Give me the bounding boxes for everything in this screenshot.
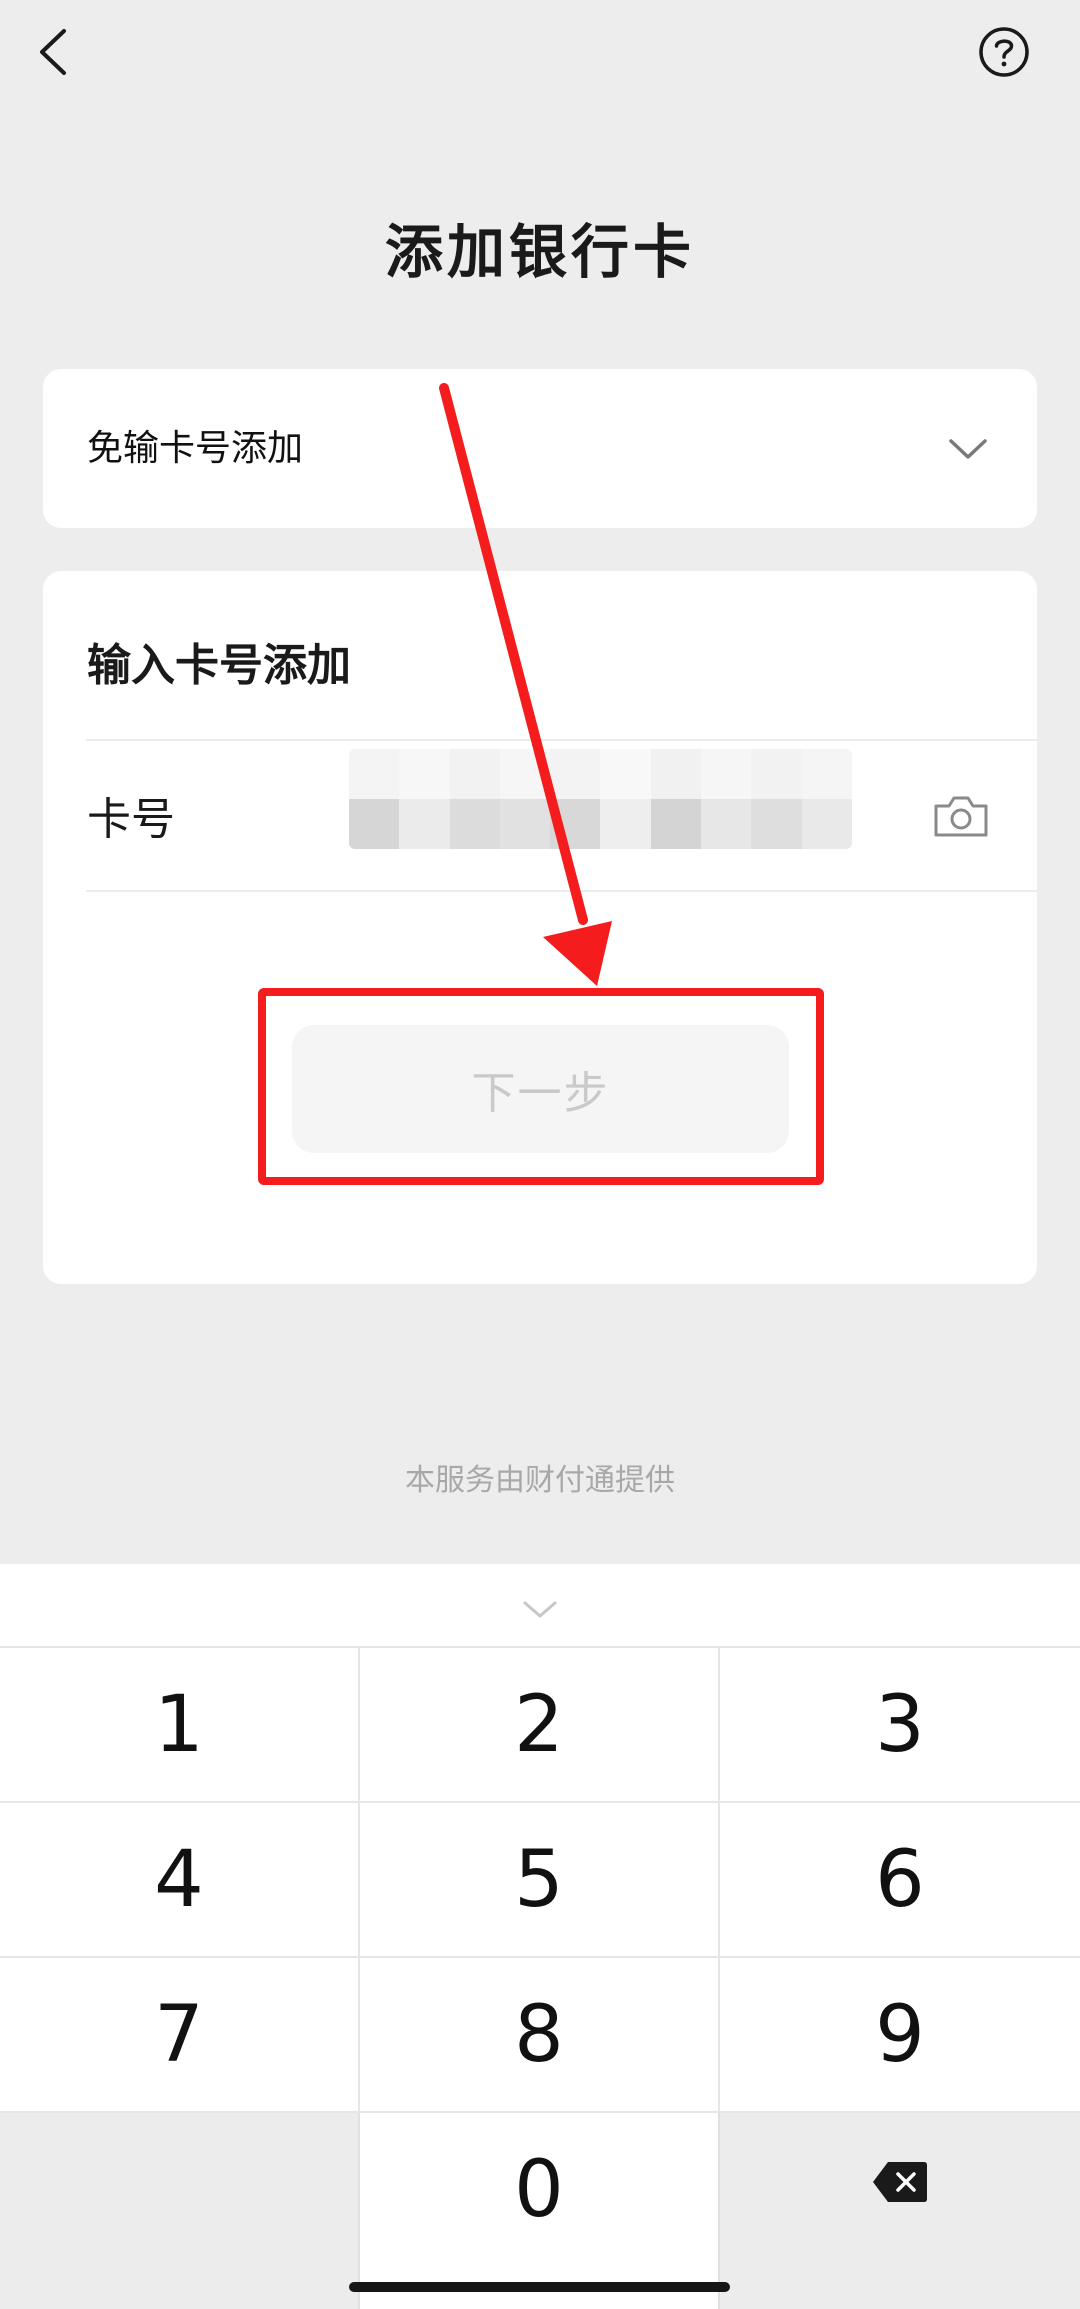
manual-add-card: 输入卡号添加 卡号 下一步 bbox=[43, 571, 1038, 1284]
key-8[interactable]: 8 bbox=[360, 1958, 718, 2111]
next-button[interactable]: 下一步 bbox=[292, 1025, 789, 1153]
expand-button[interactable] bbox=[938, 419, 998, 479]
keyboard-collapse-button[interactable] bbox=[510, 1590, 570, 1630]
manual-add-title: 输入卡号添加 bbox=[87, 640, 351, 691]
chevron-left-icon bbox=[40, 29, 66, 75]
help-circle-icon bbox=[979, 27, 1029, 77]
key-0[interactable]: 0 bbox=[360, 2113, 718, 2266]
key-7[interactable]: 7 bbox=[0, 1958, 358, 2111]
quick-add-label: 免输卡号添加 bbox=[87, 428, 304, 469]
page-title: 添加银行卡 bbox=[384, 218, 695, 286]
card-number-label: 卡号 bbox=[87, 794, 175, 845]
key-2[interactable]: 2 bbox=[360, 1648, 718, 1801]
keyboard-divider bbox=[358, 1648, 360, 2111]
numeric-keyboard: 1 2 3 4 5 6 7 8 9 0 bbox=[0, 1564, 1080, 2309]
keyboard-divider bbox=[718, 1648, 720, 2111]
keyboard-divider bbox=[718, 2113, 720, 2309]
help-button[interactable] bbox=[978, 26, 1030, 78]
chevron-down-icon bbox=[949, 439, 987, 459]
divider bbox=[86, 890, 1038, 892]
divider bbox=[86, 739, 1038, 741]
backspace-icon bbox=[873, 2162, 927, 2202]
quick-add-card[interactable]: 免输卡号添加 bbox=[43, 369, 1037, 528]
chevron-down-icon bbox=[523, 1601, 557, 1618]
camera-scan-button[interactable] bbox=[932, 791, 990, 841]
key-5[interactable]: 5 bbox=[360, 1803, 718, 1956]
key-1[interactable]: 1 bbox=[0, 1648, 358, 1801]
camera-icon bbox=[934, 796, 988, 837]
key-6[interactable]: 6 bbox=[720, 1803, 1080, 1956]
key-9[interactable]: 9 bbox=[720, 1958, 1080, 2111]
card-number-input[interactable] bbox=[349, 749, 852, 849]
service-note: 本服务由财付通提供 bbox=[405, 1463, 675, 1498]
keyboard-divider bbox=[358, 2113, 360, 2309]
backspace-key[interactable] bbox=[720, 2113, 1080, 2309]
key-4[interactable]: 4 bbox=[0, 1803, 358, 1956]
home-indicator bbox=[349, 2282, 730, 2292]
key-3[interactable]: 3 bbox=[720, 1648, 1080, 1801]
key-blank bbox=[0, 2113, 358, 2309]
back-button[interactable] bbox=[28, 22, 78, 82]
